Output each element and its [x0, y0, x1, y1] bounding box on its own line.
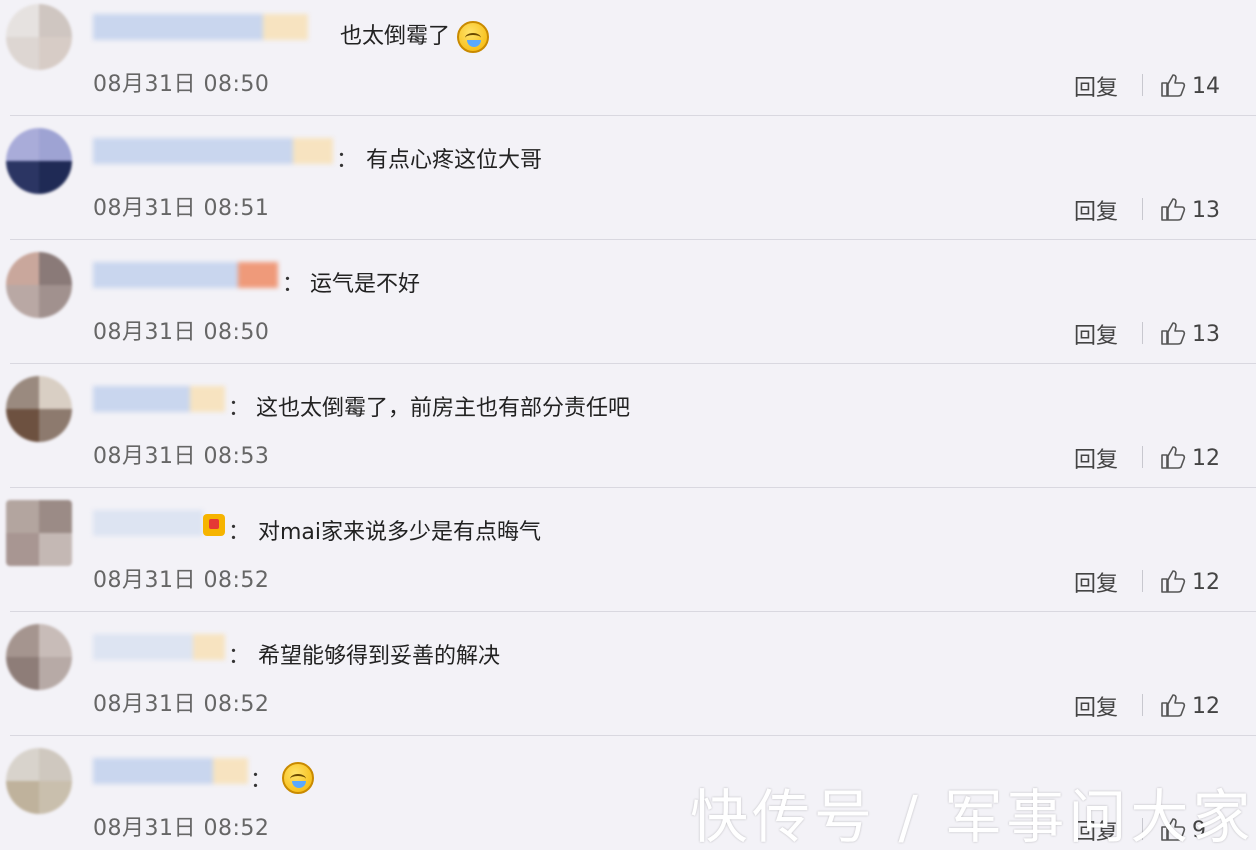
reply-button[interactable]: 回复	[1074, 194, 1118, 226]
comment-list: 也太倒霉了 08月31日 08:50 回复 14 ： 有点心疼这位大哥 08月3…	[0, 0, 1256, 850]
cry-laugh-emoji-icon	[282, 762, 314, 794]
username-blurred[interactable]	[93, 262, 278, 288]
separator	[1142, 446, 1143, 468]
username-blurred[interactable]	[93, 14, 308, 40]
thumbs-up-icon[interactable]	[1160, 568, 1186, 594]
vip-crown-icon	[203, 514, 225, 536]
cry-laugh-emoji-icon	[457, 21, 490, 53]
comment-text: 也太倒霉了	[340, 18, 490, 53]
like-count: 12	[1192, 694, 1220, 719]
username-blurred[interactable]	[93, 634, 225, 660]
avatar[interactable]	[6, 4, 72, 70]
avatar[interactable]	[6, 128, 72, 194]
colon: ：	[228, 644, 251, 669]
comment-time: 08月31日 08:53	[93, 444, 270, 469]
separator	[1142, 322, 1143, 344]
comment-time: 08月31日 08:52	[93, 692, 270, 717]
comment-text: 运气是不好	[310, 272, 421, 297]
thumbs-up-icon[interactable]	[1160, 72, 1186, 98]
colon: ：	[250, 768, 273, 793]
username-blurred[interactable]	[93, 758, 248, 784]
separator	[1142, 570, 1143, 592]
separator	[1142, 198, 1143, 220]
thumbs-up-icon[interactable]	[1160, 692, 1186, 718]
reply-button[interactable]: 回复	[1074, 70, 1118, 102]
like-count: 12	[1192, 570, 1220, 595]
like-count: 12	[1192, 446, 1220, 471]
separator	[1142, 818, 1143, 840]
colon: ：	[228, 520, 251, 545]
thumbs-up-icon[interactable]	[1160, 816, 1186, 842]
comment-item: ： 对mai家来说多少是有点晦气 08月31日 08:52 回复 12	[0, 488, 1256, 612]
username-blurred[interactable]	[93, 386, 225, 412]
colon: ：	[228, 396, 251, 421]
avatar[interactable]	[6, 748, 72, 814]
avatar[interactable]	[6, 376, 72, 442]
thumbs-up-icon[interactable]	[1160, 320, 1186, 346]
separator	[1142, 74, 1143, 96]
reply-button[interactable]: 回复	[1074, 318, 1118, 350]
comment-time: 08月31日 08:52	[93, 816, 270, 841]
like-count: 13	[1192, 322, 1220, 347]
comment-item: ： 有点心疼这位大哥 08月31日 08:51 回复 13	[0, 116, 1256, 240]
comment-item: 也太倒霉了 08月31日 08:50 回复 14	[0, 0, 1256, 116]
comment-text: 对mai家来说多少是有点晦气	[258, 520, 542, 545]
avatar[interactable]	[6, 624, 72, 690]
comment-item: ： 运气是不好 08月31日 08:50 回复 13	[0, 240, 1256, 364]
thumbs-up-icon[interactable]	[1160, 196, 1186, 222]
comment-time: 08月31日 08:51	[93, 196, 270, 221]
username-blurred[interactable]	[93, 138, 333, 164]
like-count: 9	[1192, 818, 1206, 843]
reply-button[interactable]: 回复	[1074, 814, 1118, 846]
colon: ：	[282, 272, 305, 297]
thumbs-up-icon[interactable]	[1160, 444, 1186, 470]
avatar[interactable]	[6, 500, 72, 566]
username-blurred[interactable]	[93, 510, 203, 536]
comment-text: 有点心疼这位大哥	[366, 148, 543, 173]
comment-time: 08月31日 08:52	[93, 568, 270, 593]
comment-time: 08月31日 08:50	[93, 72, 270, 97]
separator	[1142, 694, 1143, 716]
avatar[interactable]	[6, 252, 72, 318]
like-count: 13	[1192, 198, 1220, 223]
comment-time: 08月31日 08:50	[93, 320, 270, 345]
comment-item: ： 08月31日 08:52 回复 9	[0, 736, 1256, 850]
comment-item: ： 这也太倒霉了，前房主也有部分责任吧 08月31日 08:53 回复 12	[0, 364, 1256, 488]
comment-text: 这也太倒霉了，前房主也有部分责任吧	[256, 396, 631, 421]
comment-text: 希望能够得到妥善的解决	[258, 644, 501, 669]
reply-button[interactable]: 回复	[1074, 566, 1118, 598]
comment-item: ： 希望能够得到妥善的解决 08月31日 08:52 回复 12	[0, 612, 1256, 736]
colon: ：	[336, 148, 359, 173]
reply-button[interactable]: 回复	[1074, 690, 1118, 722]
like-count: 14	[1192, 74, 1220, 99]
reply-button[interactable]: 回复	[1074, 442, 1118, 474]
comment-text	[282, 762, 314, 794]
